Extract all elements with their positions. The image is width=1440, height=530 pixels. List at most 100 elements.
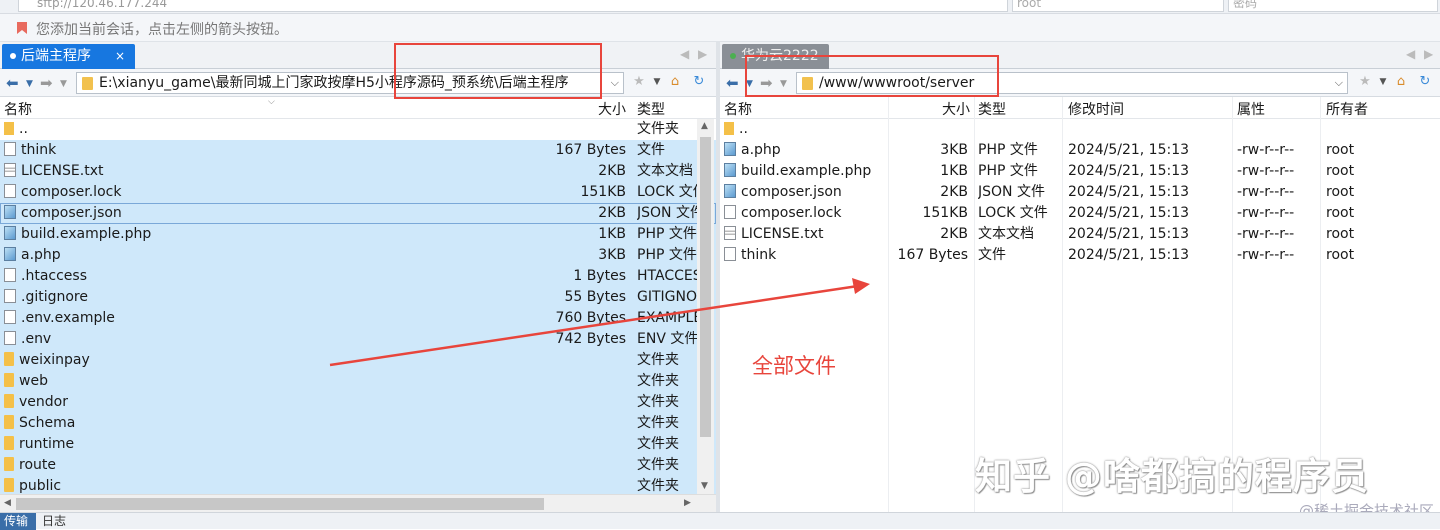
table-row[interactable]: composer.json 2KB JSON 文件 2024/5/21, 15:13 -… xyxy=(720,182,1440,203)
scroll-up-icon[interactable]: ▲ xyxy=(701,121,708,131)
forward-dropdown-icon[interactable]: ▼ xyxy=(60,79,67,89)
tab-next-icon[interactable]: ▶ xyxy=(698,47,707,61)
file-name: route xyxy=(19,457,56,473)
file-name: Schema xyxy=(19,415,76,431)
tab-status-dot xyxy=(10,53,16,59)
table-row[interactable]: a.php 3KB PHP 文件 2024/5/21, 15:13 -rw-r--r--… xyxy=(720,140,1440,161)
file-name-cell: runtime xyxy=(4,434,544,455)
file-name-cell: .gitignore xyxy=(4,287,544,308)
local-vertical-scrollbar[interactable]: ▲ ▼ xyxy=(697,119,714,494)
local-tabbar: 后端主程序 × ◀ ▶ xyxy=(0,42,716,69)
col-type[interactable]: 类型 xyxy=(637,99,665,119)
file-type: HTACCESS xyxy=(637,268,697,284)
table-row[interactable]: build.example.php 1KB PHP 文件 xyxy=(0,224,716,245)
file-type: 文本文档 xyxy=(978,226,1034,242)
forward-arrow-icon[interactable]: ➡ xyxy=(40,74,53,92)
tab-next-icon[interactable]: ▶ xyxy=(1424,47,1433,61)
star-icon[interactable]: ★ xyxy=(630,74,648,90)
tab-prev-icon[interactable]: ◀ xyxy=(1406,47,1415,61)
tab-transfer[interactable]: 传输 xyxy=(0,513,36,530)
table-row[interactable]: .htaccess 1 Bytes HTACCESS xyxy=(0,266,716,287)
table-row[interactable]: .gitignore 55 Bytes GITIGNORE xyxy=(0,287,716,308)
col-owner[interactable]: 所有者 xyxy=(1326,99,1368,119)
col-modified[interactable]: 修改时间 xyxy=(1068,99,1124,119)
username-input[interactable]: root xyxy=(1012,0,1224,12)
file-type: 文件 xyxy=(978,247,1006,263)
table-row[interactable]: LICENSE.txt 2KB 文本文档 2024/5/21, 15:13 -rw-r-… xyxy=(720,224,1440,245)
folder-icon xyxy=(4,373,14,387)
scroll-down-icon[interactable]: ▼ xyxy=(701,481,708,491)
file-size: 167 Bytes xyxy=(897,247,968,263)
refresh-icon[interactable]: ↻ xyxy=(690,74,708,90)
table-row[interactable]: web 文件夹 xyxy=(0,371,716,392)
table-row[interactable]: route 文件夹 xyxy=(0,455,716,476)
table-row[interactable]: think 167 Bytes 文件 2024/5/21, 15:13 -rw-r--r… xyxy=(720,245,1440,266)
home-icon[interactable]: ⌂ xyxy=(666,74,684,90)
col-size[interactable]: 大小 xyxy=(942,99,970,119)
table-row[interactable]: composer.lock 151KB LOCK 文件 xyxy=(0,182,716,203)
php-file-icon xyxy=(4,205,16,219)
password-input[interactable]: 密码 xyxy=(1228,0,1438,12)
table-row[interactable]: think 167 Bytes 文件 xyxy=(0,140,716,161)
table-row[interactable]: .env 742 Bytes ENV 文件 xyxy=(0,329,716,350)
col-attributes[interactable]: 属性 xyxy=(1237,99,1265,119)
table-row[interactable]: weixinpay 文件夹 xyxy=(0,350,716,371)
tab-local[interactable]: 后端主程序 × xyxy=(2,44,136,69)
table-row[interactable]: runtime 文件夹 xyxy=(0,434,716,455)
file-name: composer.lock xyxy=(741,205,842,221)
col-name[interactable]: 名称 xyxy=(4,99,32,119)
file-owner: root xyxy=(1326,247,1355,263)
table-row[interactable]: vendor 文件夹 xyxy=(0,392,716,413)
file-size: 1KB xyxy=(940,163,968,179)
back-arrow-icon[interactable]: ⬅ xyxy=(6,74,19,92)
bookmark-dropdown-icon[interactable]: ▼ xyxy=(648,74,666,90)
col-type[interactable]: 类型 xyxy=(978,99,1006,119)
file-name-cell: think xyxy=(724,245,886,266)
local-horizontal-scrollbar[interactable]: ◀ ▶ xyxy=(0,494,716,512)
scroll-left-icon[interactable]: ◀ xyxy=(4,498,11,508)
scroll-thumb[interactable] xyxy=(700,137,711,437)
file-icon xyxy=(4,142,16,156)
file-name: composer.lock xyxy=(21,184,122,200)
file-type: 文件夹 xyxy=(637,415,679,431)
file-name-cell: LICENSE.txt xyxy=(724,224,886,245)
tab-log[interactable]: 日志 xyxy=(42,513,66,530)
file-type: 文件夹 xyxy=(637,436,679,452)
file-type: 文件夹 xyxy=(637,352,679,368)
file-name: weixinpay xyxy=(19,352,90,368)
refresh-icon[interactable]: ↻ xyxy=(1416,74,1434,90)
sort-chevron-icon: ⌵ xyxy=(268,97,275,107)
table-row[interactable]: composer.json 2KB JSON 文件 xyxy=(0,203,716,224)
scroll-right-icon[interactable]: ▶ xyxy=(684,498,691,508)
address-input[interactable]: sftp://120.46.177.244 xyxy=(18,0,1008,12)
star-icon[interactable]: ★ xyxy=(1356,74,1374,90)
table-row[interactable]: LICENSE.txt 2KB 文本文档 xyxy=(0,161,716,182)
file-modified: 2024/5/21, 15:13 xyxy=(1068,247,1190,263)
table-row[interactable]: .env.example 760 Bytes EXAMPLE xyxy=(0,308,716,329)
folder-icon xyxy=(4,352,14,366)
file-owner: root xyxy=(1326,205,1355,221)
file-name-cell: build.example.php xyxy=(724,161,886,182)
table-row[interactable]: a.php 3KB PHP 文件 xyxy=(0,245,716,266)
table-row[interactable]: Schema 文件夹 xyxy=(0,413,716,434)
back-arrow-icon[interactable]: ⬅ xyxy=(726,74,739,92)
file-size: 151KB xyxy=(922,205,968,221)
table-row[interactable]: build.example.php 1KB PHP 文件 2024/5/21, 15:… xyxy=(720,161,1440,182)
back-dropdown-icon[interactable]: ▼ xyxy=(26,79,33,89)
home-icon[interactable]: ⌂ xyxy=(1392,74,1410,90)
tab-prev-icon[interactable]: ◀ xyxy=(680,47,689,61)
table-row[interactable]: .. xyxy=(720,119,1440,140)
table-row[interactable]: .. 文件夹 xyxy=(0,119,716,140)
file-name: vendor xyxy=(19,394,68,410)
col-name[interactable]: 名称 xyxy=(724,99,752,119)
bookmark-dropdown-icon[interactable]: ▼ xyxy=(1374,74,1392,90)
col-size[interactable]: 大小 xyxy=(598,99,626,119)
chevron-down-icon[interactable]: ⌵ xyxy=(1335,73,1343,93)
file-name-cell: composer.lock xyxy=(724,203,886,224)
bookmark-icon xyxy=(17,22,27,34)
table-row[interactable]: composer.lock 151KB LOCK 文件 2024/5/21, 15:1… xyxy=(720,203,1440,224)
close-icon[interactable]: × xyxy=(115,49,125,63)
scroll-thumb[interactable] xyxy=(16,498,544,510)
chevron-down-icon[interactable]: ⌵ xyxy=(611,73,619,93)
file-name-cell: .env xyxy=(4,329,544,350)
